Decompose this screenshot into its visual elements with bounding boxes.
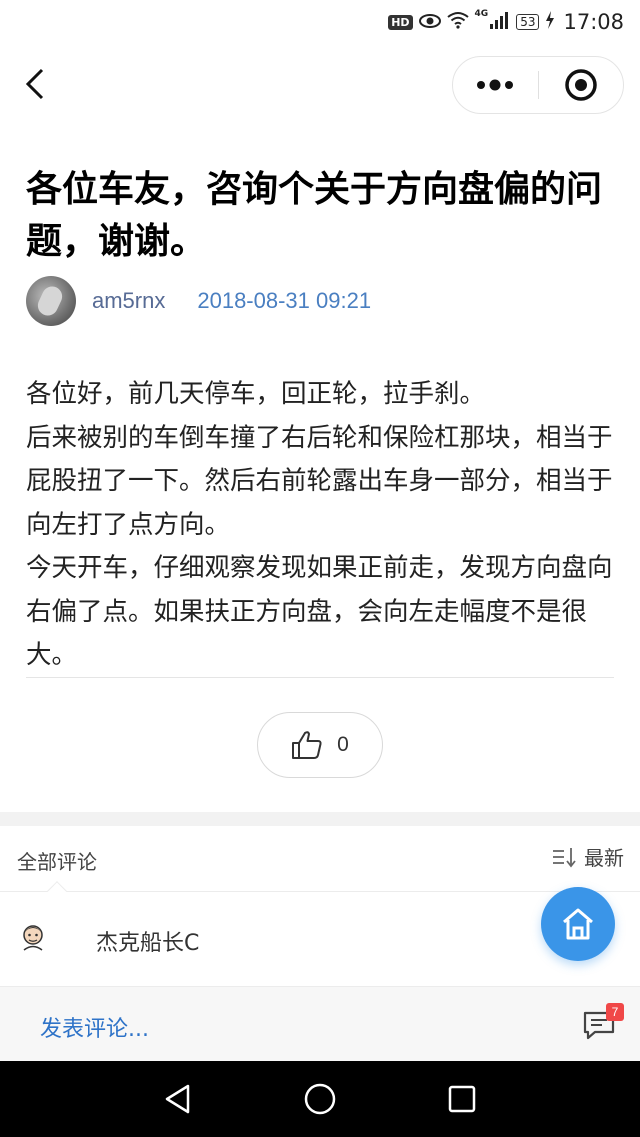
android-nav-bar [0, 1061, 640, 1137]
chevron-left-icon [25, 68, 44, 100]
android-back-button[interactable] [158, 1079, 198, 1119]
comment-username[interactable]: 杰克船长C [96, 925, 199, 957]
content-divider [26, 677, 614, 678]
square-recents-icon [448, 1085, 476, 1113]
post-comment-input[interactable]: 发表评论... [40, 1011, 149, 1043]
home-fab-button[interactable] [541, 887, 615, 961]
more-button[interactable] [453, 57, 537, 113]
cartoon-avatar-icon [23, 925, 43, 951]
comments-header: 全部评论 最新 [0, 826, 640, 901]
triangle-back-icon [165, 1084, 190, 1114]
android-home-button[interactable] [300, 1079, 340, 1119]
author-name[interactable]: am5rnx [92, 288, 165, 314]
sort-button[interactable]: 最新 [552, 842, 624, 871]
eye-icon [418, 10, 441, 34]
wifi-icon [446, 10, 469, 34]
comment-count-badge: 7 [606, 1003, 624, 1021]
comments-title: 全部评论 [17, 850, 97, 874]
battery-icon: 53 [516, 14, 540, 30]
back-button[interactable] [18, 64, 54, 104]
like-count: 0 [337, 733, 349, 756]
signal-icon [490, 10, 510, 34]
sort-icon [553, 847, 576, 867]
status-icons: HD 4G 53 17:08 [388, 9, 624, 35]
nav-bar [0, 52, 640, 118]
mini-program-capsule [452, 56, 624, 114]
section-separator [0, 812, 640, 826]
status-time: 17:08 [563, 10, 624, 34]
post-body: 各位好，前几天停车，回正轮，拉手刹。 后来被别的车倒车撞了右后轮和保险杠那块，相… [26, 373, 618, 678]
comment-bar: 发表评论... 7 [0, 986, 640, 1061]
sort-label: 最新 [584, 846, 624, 870]
hd-icon: HD [388, 14, 413, 30]
android-recents-button[interactable] [442, 1079, 482, 1119]
like-button[interactable]: 0 [257, 712, 383, 778]
circle-home-icon [304, 1083, 336, 1115]
home-icon [563, 908, 593, 940]
body-paragraph: 各位好，前几天停车，回正轮，拉手刹。 [26, 379, 486, 409]
post-title: 各位车友，咨询个关于方向盘偏的问题，谢谢。 [26, 169, 603, 262]
more-dots-icon [477, 79, 513, 91]
comments-button[interactable]: 7 [582, 1003, 624, 1047]
charging-icon [545, 10, 555, 34]
target-close-icon [565, 69, 597, 101]
network-type: 4G [474, 9, 489, 19]
post-date: 2018-08-31 09:21 [197, 288, 372, 313]
body-paragraph: 后来被别的车倒车撞了右后轮和保险杠那块，相当于屁股扭了一下。然后右前轮露出车身一… [26, 422, 613, 540]
author-avatar[interactable] [26, 276, 76, 326]
thumbs-up-icon [292, 731, 322, 759]
body-paragraph: 今天开车，仔细观察发现如果正前走，发现方向盘向右偏了点。如果扶正方向盘，会向左走… [26, 553, 613, 670]
author-row: am5rnx 2018-08-31 09:21 [26, 276, 371, 326]
close-button[interactable] [539, 57, 623, 113]
status-bar: HD 4G 53 17:08 [0, 0, 640, 44]
